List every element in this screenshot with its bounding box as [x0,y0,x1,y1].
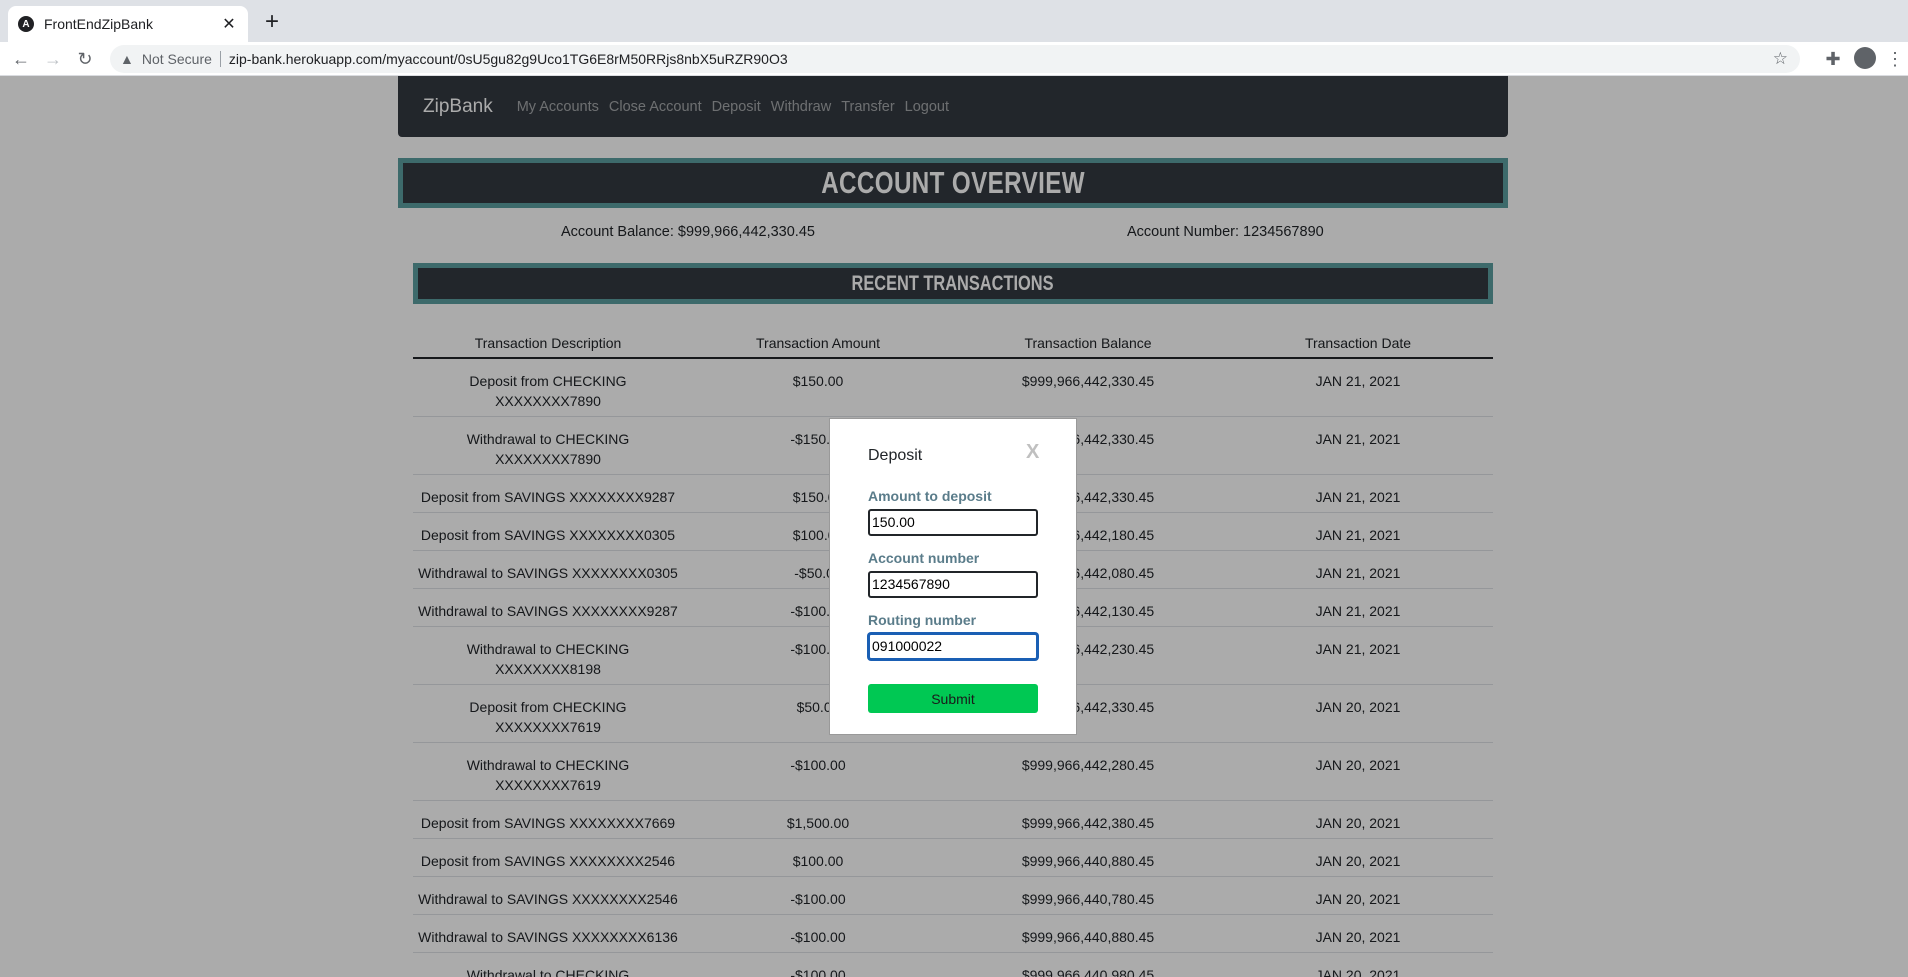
tab-title: FrontEndZipBank [44,16,153,32]
extensions-icon[interactable]: ✚ [1820,46,1846,72]
deposit-modal: Deposit X Amount to deposit 150.00 Accou… [829,418,1077,735]
close-icon[interactable]: X [1026,441,1039,464]
back-icon[interactable]: ← [8,46,34,72]
angular-favicon-icon: A [18,16,34,32]
account-number-input[interactable]: 1234567890 [868,571,1038,598]
tab-close-icon[interactable]: ✕ [220,14,238,34]
address-bar[interactable]: ▲ Not Secure zip-bank.herokuapp.com/myac… [110,45,1800,73]
routing-number-label: Routing number [868,612,977,628]
menu-icon[interactable]: ⋮ [1882,46,1908,72]
amount-label: Amount to deposit [868,488,992,504]
url-text: zip-bank.herokuapp.com/myaccount/0sU5gu8… [228,51,788,67]
not-secure-label: Not Secure [141,51,212,67]
bookmark-star-icon[interactable]: ☆ [1773,49,1788,69]
browser-tab-bar: A FrontEndZipBank ✕ + [0,0,1908,42]
forward-icon[interactable]: → [40,46,66,72]
routing-number-input[interactable]: 091000022 [868,633,1038,660]
browser-tab[interactable]: A FrontEndZipBank ✕ [8,6,248,42]
warning-icon: ▲ [120,51,134,67]
amount-input[interactable]: 150.00 [868,509,1038,536]
account-number-label: Account number [868,550,980,566]
profile-avatar-icon[interactable] [1854,47,1876,69]
modal-title: Deposit [868,447,923,464]
new-tab-icon[interactable]: + [258,8,286,36]
page-content: ZipBank My Accounts Close Account Deposi… [0,76,1908,977]
omnibox-divider [219,51,221,67]
reload-icon[interactable]: ↻ [72,46,98,72]
browser-toolbar: ← → ↻ ▲ Not Secure zip-bank.herokuapp.co… [0,42,1908,76]
submit-button[interactable]: Submit [868,684,1038,713]
